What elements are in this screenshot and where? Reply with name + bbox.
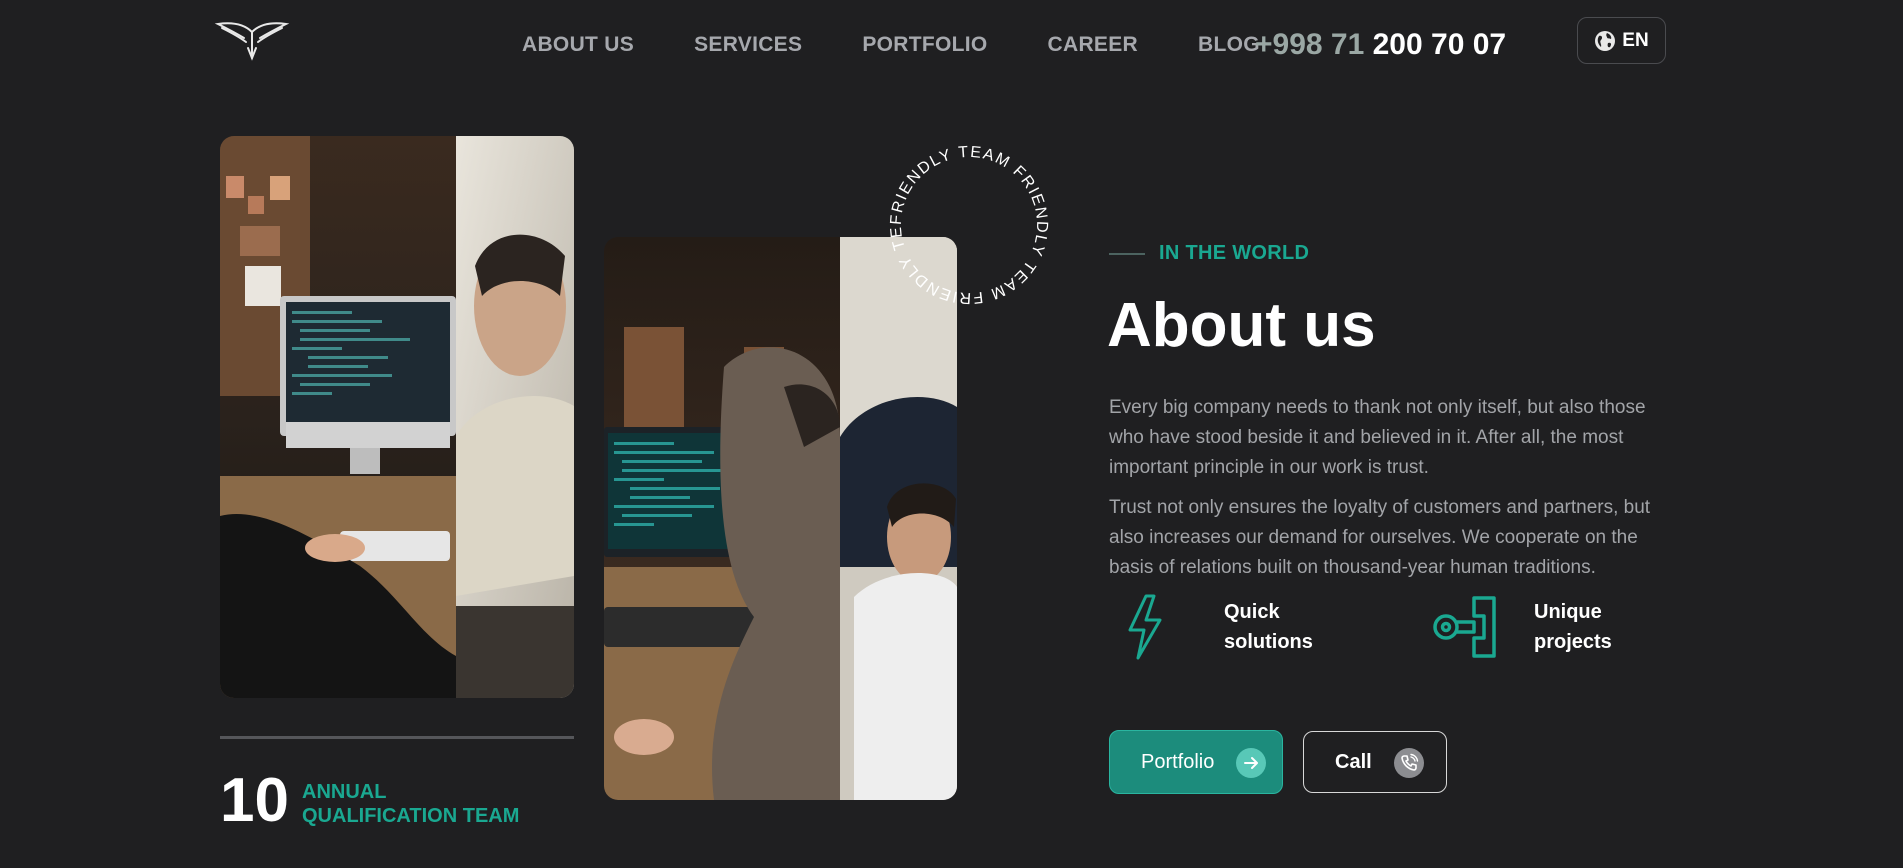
nav-services[interactable]: SERVICES	[694, 33, 802, 57]
nav-portfolio[interactable]: PORTFOLIO	[862, 33, 987, 57]
main-nav: ABOUT US SERVICES PORTFOLIO CAREER BLOG	[522, 33, 1260, 57]
stat-divider	[220, 736, 574, 739]
developers-photo-image	[604, 237, 957, 800]
call-button-label: Call	[1335, 750, 1372, 773]
stat-number: 10	[220, 766, 289, 835]
friendly-team-badge: FRIENDLY TEAM FRIENDLY TEAM FRIENDLY TEA…	[884, 140, 1050, 306]
site-header: ABOUT US SERVICES PORTFOLIO CAREER BLOG …	[0, 0, 1903, 90]
team-photo-1	[220, 136, 574, 698]
about-paragraph-1: Every big company needs to thank not onl…	[1109, 397, 1646, 478]
language-label: EN	[1622, 29, 1649, 51]
stat-label: ANNUAL QUALIFICATION TEAM	[302, 781, 520, 827]
nav-career[interactable]: CAREER	[1048, 33, 1138, 57]
team-photo-2	[604, 237, 957, 800]
portfolio-button[interactable]: Portfolio	[1109, 730, 1283, 794]
about-paragraph-2: Trust not only ensures the loyalty of cu…	[1109, 497, 1651, 578]
office-photo-image	[220, 136, 574, 698]
section-eyebrow: IN THE WORLD	[1109, 242, 1309, 265]
winged-logo-icon[interactable]	[214, 18, 290, 62]
language-switcher[interactable]: EN	[1577, 17, 1666, 64]
feature-quick-solutions: Quick solutions	[1118, 594, 1344, 660]
key-icon	[1433, 596, 1496, 658]
nav-about-us[interactable]: ABOUT US	[522, 33, 634, 57]
globe-icon	[1595, 30, 1616, 51]
phone-digits: 200 70 07	[1372, 28, 1507, 61]
eyebrow-text: IN THE WORLD	[1159, 242, 1310, 264]
eyebrow-dash	[1109, 252, 1145, 255]
portfolio-button-label: Portfolio	[1141, 750, 1215, 773]
call-button[interactable]: Call	[1303, 731, 1447, 793]
page-title: About us	[1107, 291, 1376, 360]
nav-blog[interactable]: BLOG	[1198, 33, 1260, 57]
lightning-icon	[1128, 594, 1162, 660]
phone-icon	[1394, 748, 1424, 778]
arrow-right-icon	[1236, 748, 1266, 778]
feature-label: Unique projects	[1534, 601, 1612, 653]
badge-text: FRIENDLY TEAM FRIENDLY TEAM FRIENDLY TEA…	[884, 140, 1050, 306]
phone-number-link[interactable]: +998 71 200 70 07	[1255, 28, 1506, 62]
phone-code: +998 71	[1255, 28, 1365, 61]
feature-unique-projects: Unique projects	[1432, 594, 1654, 660]
feature-label: Quick solutions	[1224, 601, 1313, 653]
